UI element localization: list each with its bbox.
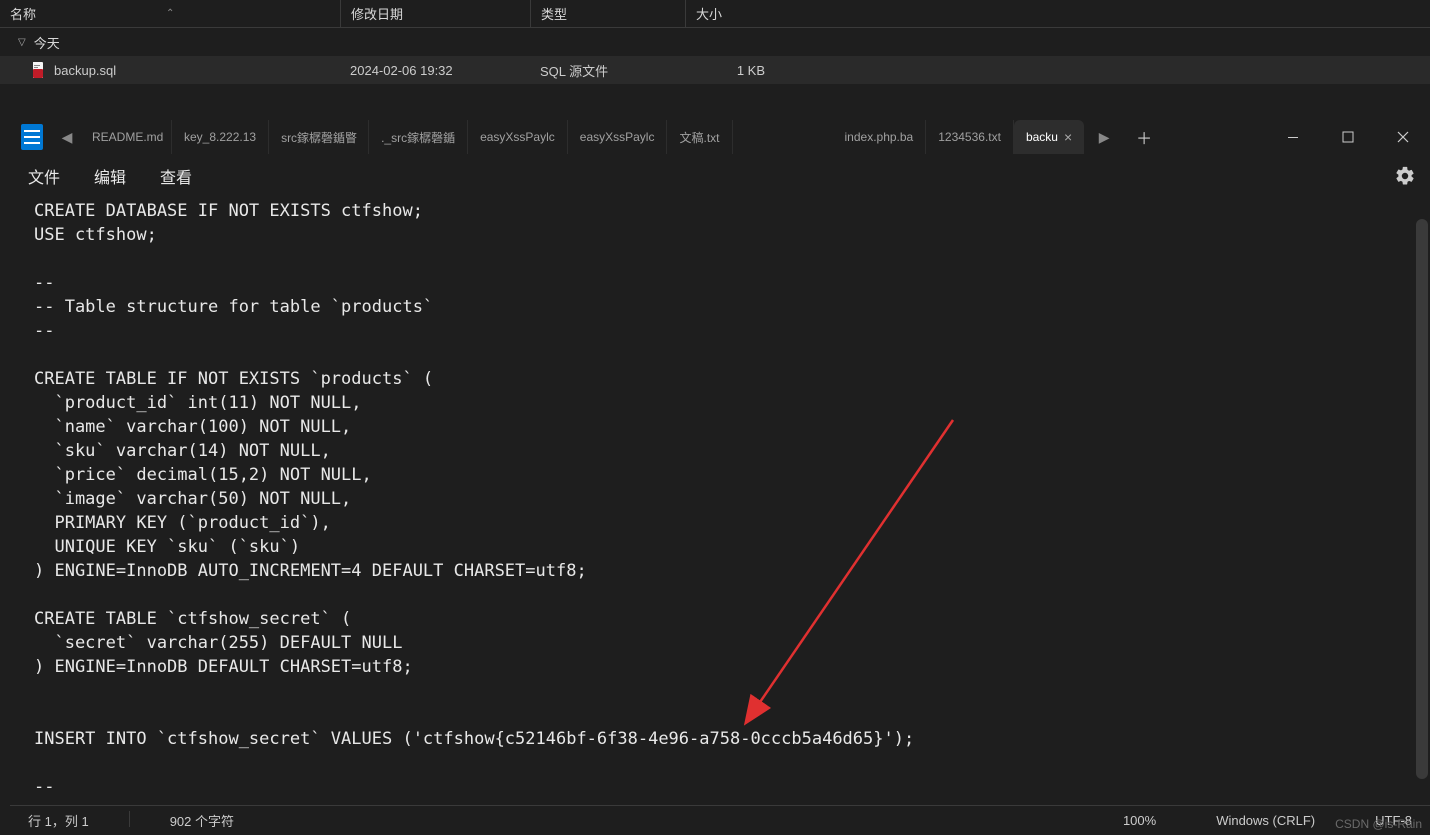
explorer-column-header: 名称 ⌃ 修改日期 类型 大小 — [0, 0, 1430, 28]
window-controls — [1250, 115, 1430, 159]
title-bar: ◀ README.md key_8.222.13 src鎵樼磬鍎睯 ._src鎵樼磬鍎… — [10, 115, 1430, 159]
tab[interactable]: 文稿.txt — [667, 120, 732, 154]
maximize-button[interactable] — [1320, 115, 1375, 159]
editor-content[interactable]: CREATE DATABASE IF NOT EXISTS ctfshow; U… — [10, 193, 1430, 805]
status-position: 行 1，列 1 — [28, 811, 89, 830]
tab[interactable]: easyXssPaylc — [468, 120, 568, 154]
column-date[interactable]: 修改日期 — [340, 0, 530, 27]
file-group-header[interactable]: ▽ 今天 — [0, 28, 1430, 56]
tab-nav-left[interactable]: ◀ — [54, 129, 80, 146]
status-bar: 行 1，列 1 902 个字符 100% Windows (CRLF) UTF-… — [10, 805, 1430, 835]
file-type: SQL 源文件 — [530, 61, 685, 80]
tab[interactable]: ._src鎵樼磬鍎 — [369, 120, 468, 154]
chevron-down-icon: ▽ — [18, 37, 26, 48]
file-size: 1 KB — [685, 63, 775, 78]
status-separator — [129, 811, 130, 827]
menu-bar: 文件 编辑 查看 — [10, 159, 1430, 193]
close-icon[interactable]: × — [1064, 129, 1072, 145]
group-label: 今天 — [34, 33, 60, 52]
sql-file-icon — [30, 62, 46, 78]
notepad-icon — [21, 124, 43, 150]
column-type[interactable]: 类型 — [530, 0, 685, 27]
column-size[interactable]: 大小 — [685, 0, 775, 27]
file-date: 2024-02-06 19:32 — [340, 63, 530, 78]
tab-label: key_8.222.13 — [184, 130, 256, 144]
new-tab-button[interactable]: ＋ — [1124, 125, 1164, 149]
app-icon[interactable] — [10, 115, 54, 159]
watermark: CSDN @is-Rain — [1335, 817, 1422, 831]
file-name: backup.sql — [54, 63, 116, 78]
sort-indicator: ⌃ — [166, 8, 174, 19]
tab-nav-right[interactable]: ▶ — [1084, 129, 1124, 146]
file-row[interactable]: backup.sql 2024-02-06 19:32 SQL 源文件 1 KB — [0, 56, 1430, 84]
close-button[interactable] — [1375, 115, 1430, 159]
minimize-button[interactable] — [1265, 115, 1320, 159]
vertical-scrollbar[interactable] — [1416, 219, 1428, 779]
menu-file[interactable]: 文件 — [28, 164, 60, 188]
tab[interactable]: index.php.ba — [833, 120, 927, 154]
tab[interactable]: easyXssPaylc — [568, 120, 668, 154]
editor-window: ◀ README.md key_8.222.13 src鎵樼磬鍎睯 ._src鎵樼磬鍎… — [10, 115, 1430, 835]
tab[interactable]: 1234536.txt — [926, 120, 1014, 154]
column-name[interactable]: 名称 ⌃ — [0, 0, 340, 27]
tab-label: 文稿.txt — [679, 129, 719, 146]
column-name-label: 名称 — [10, 4, 36, 23]
tab[interactable]: README.md — [80, 120, 172, 154]
tab-label: easyXssPaylc — [580, 130, 655, 144]
tab-label: easyXssPaylc — [480, 130, 555, 144]
tab-label: backu — [1026, 130, 1058, 144]
status-char-count: 902 个字符 — [170, 811, 234, 830]
menu-edit[interactable]: 编辑 — [94, 164, 126, 188]
status-line-ending[interactable]: Windows (CRLF) — [1216, 813, 1315, 828]
tab-active[interactable]: backu × — [1014, 120, 1084, 154]
settings-icon[interactable] — [1394, 165, 1416, 187]
tab-label: 1234536.txt — [938, 130, 1001, 144]
tab-label: index.php.ba — [845, 130, 914, 144]
tabs-area: ◀ README.md key_8.222.13 src鎵樼磬鍎睯 ._src鎵樼磬鍎… — [54, 115, 1250, 159]
tab-label: ._src鎵樼磬鍎 — [381, 129, 455, 146]
tab[interactable]: src鎵樼磬鍎睯 — [269, 120, 369, 154]
status-zoom[interactable]: 100% — [1123, 813, 1156, 828]
tab[interactable]: key_8.222.13 — [172, 120, 269, 154]
tab-label: README.md — [92, 130, 163, 144]
tab-label: src鎵樼磬鍎睯 — [281, 129, 357, 146]
menu-view[interactable]: 查看 — [160, 164, 192, 188]
